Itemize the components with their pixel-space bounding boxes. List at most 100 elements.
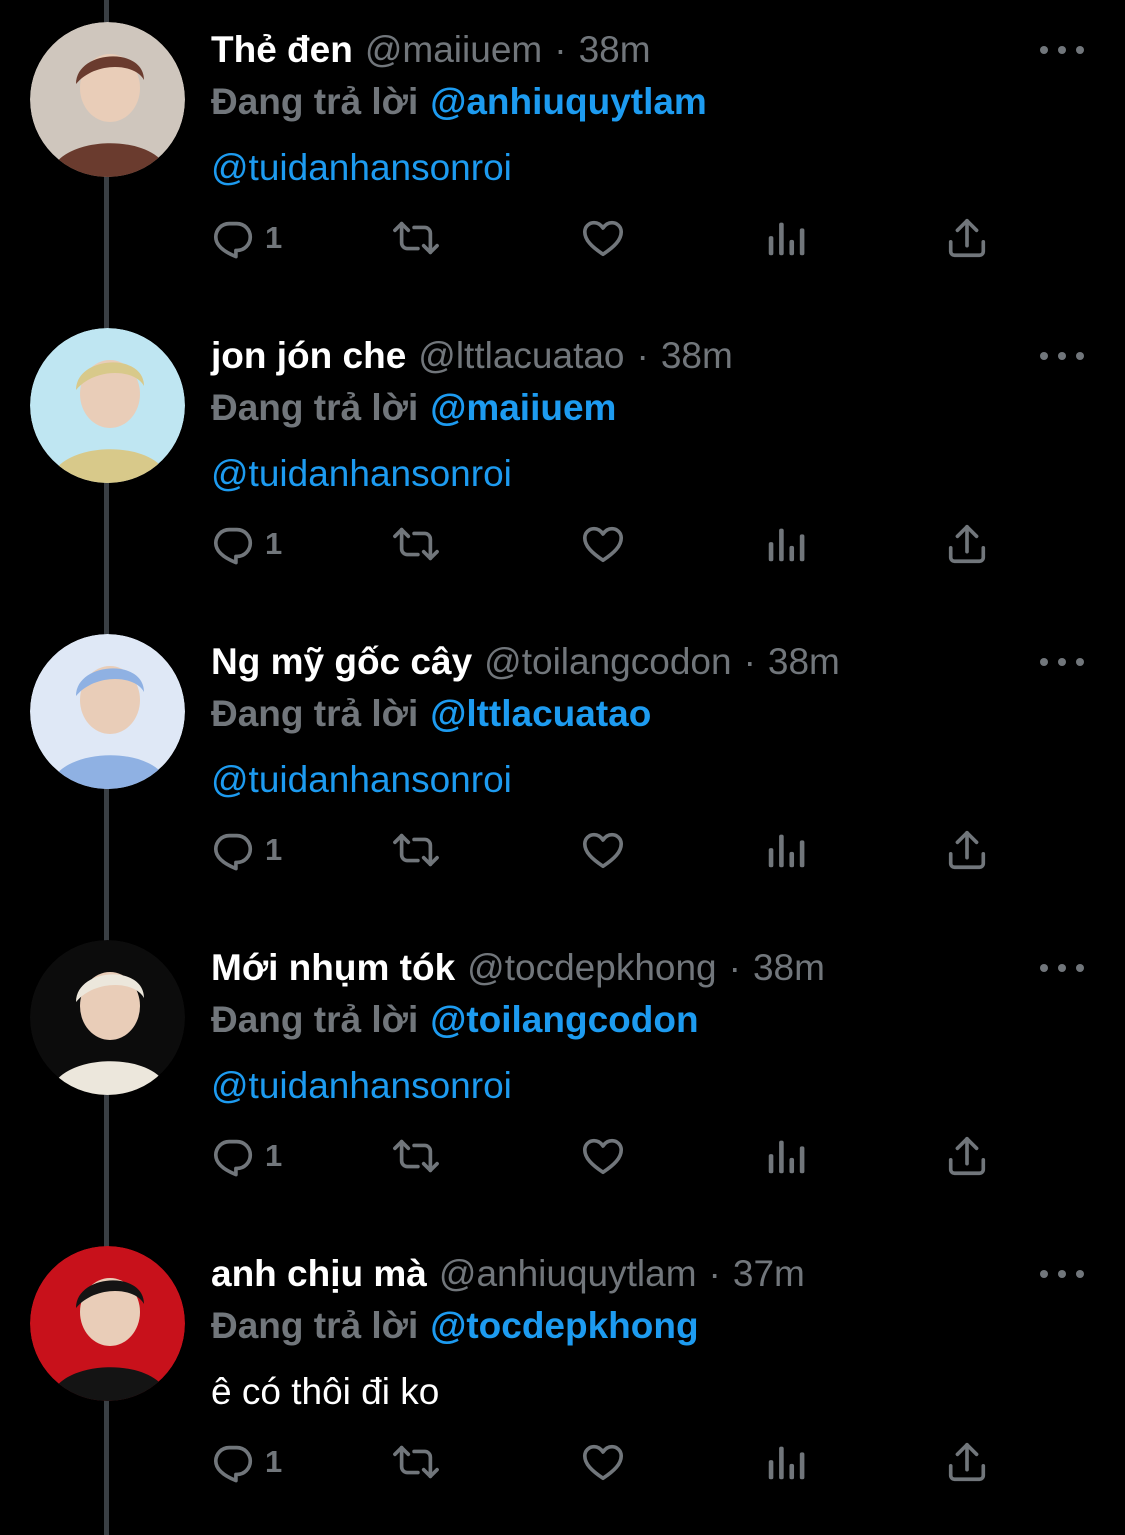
like-button[interactable] xyxy=(579,208,627,268)
display-name[interactable]: Mới nhụm tók xyxy=(211,944,455,992)
analytics-button[interactable] xyxy=(763,1432,809,1492)
avatar[interactable] xyxy=(30,328,185,483)
replying-label: Đang trả lời xyxy=(211,81,419,122)
reply-button[interactable]: 1 xyxy=(211,514,282,574)
like-button[interactable] xyxy=(579,1432,627,1492)
reply-icon xyxy=(213,1445,253,1483)
replying-to-mention[interactable]: @toilangcodon xyxy=(430,999,698,1040)
like-icon xyxy=(582,1138,624,1175)
analytics-button[interactable] xyxy=(763,208,809,268)
replying-to-mention[interactable]: @lttlacuatao xyxy=(430,693,651,734)
timestamp[interactable]: 37m xyxy=(733,1250,805,1298)
analytics-icon xyxy=(768,1140,805,1174)
timestamp[interactable]: 38m xyxy=(579,26,651,74)
username-handle[interactable]: @maiiuem xyxy=(365,26,542,74)
retweet-button[interactable] xyxy=(391,1432,441,1492)
replying-to-line: Đang trả lời @toilangcodon xyxy=(211,996,699,1044)
like-button[interactable] xyxy=(579,1126,627,1186)
analytics-button[interactable] xyxy=(763,514,809,574)
retweet-button[interactable] xyxy=(391,1126,441,1186)
display-name[interactable]: Thẻ đen xyxy=(211,26,353,74)
replying-label: Đang trả lời xyxy=(211,1305,419,1346)
share-icon xyxy=(948,830,986,870)
reply-button[interactable]: 1 xyxy=(211,820,282,880)
reply-button[interactable]: 1 xyxy=(211,1126,282,1186)
timestamp[interactable]: 38m xyxy=(661,332,733,380)
share-icon xyxy=(948,218,986,258)
replying-label: Đang trả lời xyxy=(211,999,419,1040)
retweet-button[interactable] xyxy=(391,514,441,574)
separator-dot: · xyxy=(636,335,649,376)
separator-dot: · xyxy=(743,641,756,682)
tweet-actions: 1 xyxy=(211,1126,1011,1186)
reply-button[interactable]: 1 xyxy=(211,1432,282,1492)
share-button[interactable] xyxy=(943,208,991,268)
username-handle[interactable]: @tocdepkhong xyxy=(467,944,716,992)
like-icon xyxy=(582,526,624,563)
replying-to-mention[interactable]: @anhiuquytlam xyxy=(430,81,707,122)
timestamp[interactable]: 38m xyxy=(768,638,840,686)
like-icon xyxy=(582,220,624,257)
tweet-2[interactable]: jon jón che @lttlacuatao · 38m Đang trả … xyxy=(0,306,1125,612)
tweet-3[interactable]: Ng mỹ gốc cây @toilangcodon · 38m Đang t… xyxy=(0,612,1125,918)
analytics-button[interactable] xyxy=(763,820,809,880)
reply-icon xyxy=(213,221,253,259)
share-button[interactable] xyxy=(943,820,991,880)
share-button[interactable] xyxy=(943,1432,991,1492)
reply-count: 1 xyxy=(265,832,283,867)
tweet-text: @tuidanhansonroi xyxy=(211,453,512,494)
tweet-4[interactable]: Mới nhụm tók @tocdepkhong · 38m Đang trả… xyxy=(0,918,1125,1224)
tweet-actions: 1 xyxy=(211,1432,1011,1492)
more-icon[interactable] xyxy=(1040,1264,1084,1284)
avatar[interactable] xyxy=(30,1246,185,1401)
reply-count: 1 xyxy=(265,220,283,255)
replying-to-mention[interactable]: @tocdepkhong xyxy=(430,1305,698,1346)
tweet-5[interactable]: anh chịu mà @anhiuquytlam · 37m Đang trả… xyxy=(0,1224,1125,1530)
reply-count: 1 xyxy=(265,526,283,561)
display-name[interactable]: Ng mỹ gốc cây xyxy=(211,638,472,686)
analytics-button[interactable] xyxy=(763,1126,809,1186)
like-button[interactable] xyxy=(579,514,627,574)
more-icon[interactable] xyxy=(1040,958,1084,978)
replying-to-line: Đang trả lời @maiiuem xyxy=(211,384,616,432)
more-icon[interactable] xyxy=(1040,40,1084,60)
display-name[interactable]: anh chịu mà xyxy=(211,1250,427,1298)
tweet-header: Thẻ đen @maiiuem · 38m xyxy=(211,26,651,74)
tweet-text: @tuidanhansonroi xyxy=(211,147,512,188)
avatar[interactable] xyxy=(30,22,185,177)
tweet-1[interactable]: Thẻ đen @maiiuem · 38m Đang trả lời @anhi… xyxy=(0,0,1125,306)
reply-count: 1 xyxy=(265,1444,283,1479)
tweet-text: @tuidanhansonroi xyxy=(211,1065,512,1106)
more-icon[interactable] xyxy=(1040,346,1084,366)
separator-dot: · xyxy=(554,29,567,70)
tweet-text: ê có thôi đi ko xyxy=(211,1371,440,1412)
retweet-icon xyxy=(393,527,439,561)
share-button[interactable] xyxy=(943,514,991,574)
replying-to-line: Đang trả lời @lttlacuatao xyxy=(211,690,651,738)
username-handle[interactable]: @toilangcodon xyxy=(484,638,731,686)
reply-icon xyxy=(213,833,253,871)
timestamp[interactable]: 38m xyxy=(753,944,825,992)
avatar[interactable] xyxy=(30,940,185,1095)
share-button[interactable] xyxy=(943,1126,991,1186)
tweet-text: @tuidanhansonroi xyxy=(211,759,512,800)
like-button[interactable] xyxy=(579,820,627,880)
separator-dot: · xyxy=(708,1253,721,1294)
more-icon[interactable] xyxy=(1040,652,1084,672)
username-handle[interactable]: @anhiuquytlam xyxy=(439,1250,697,1298)
replying-to-line: Đang trả lời @anhiuquytlam xyxy=(211,78,707,126)
separator-dot: · xyxy=(728,947,741,988)
display-name[interactable]: jon jón che xyxy=(211,332,406,380)
retweet-icon xyxy=(393,1139,439,1173)
retweet-button[interactable] xyxy=(391,820,441,880)
tweet-actions: 1 xyxy=(211,208,1011,268)
username-handle[interactable]: @lttlacuatao xyxy=(418,332,624,380)
share-icon xyxy=(948,1136,986,1176)
replying-to-mention[interactable]: @maiiuem xyxy=(430,387,616,428)
reply-button[interactable]: 1 xyxy=(211,208,282,268)
tweet-header: Ng mỹ gốc cây @toilangcodon · 38m xyxy=(211,638,840,686)
avatar[interactable] xyxy=(30,634,185,789)
tweet-header: jon jón che @lttlacuatao · 38m xyxy=(211,332,733,380)
reply-count: 1 xyxy=(265,1138,283,1173)
retweet-button[interactable] xyxy=(391,208,441,268)
